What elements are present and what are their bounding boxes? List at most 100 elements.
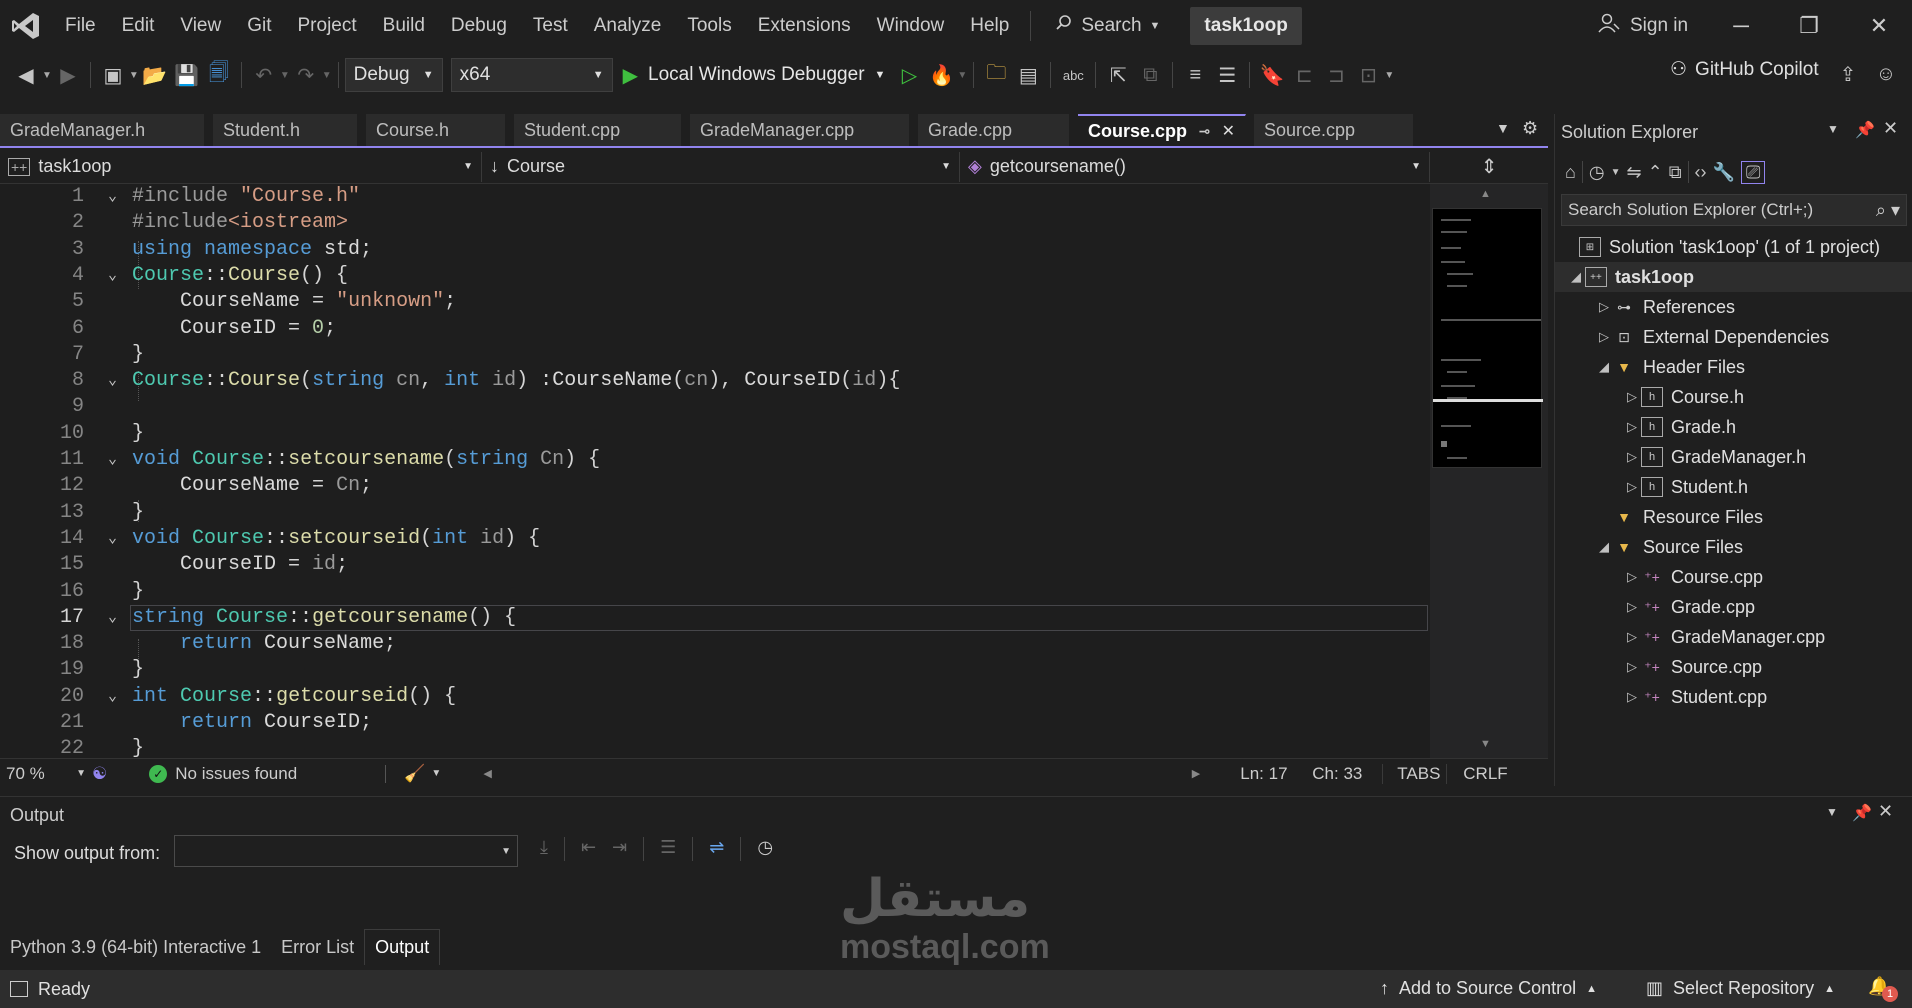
scroll-down-icon[interactable]: ▼ [1480, 738, 1491, 750]
zoom-dropdown[interactable]: 70 % ▼ [0, 764, 92, 784]
column-indicator[interactable]: Ch: 33 [1312, 764, 1382, 784]
tree-file[interactable]: ▷ h Student.h [1555, 472, 1912, 502]
menu-edit[interactable]: Edit [109, 15, 168, 37]
menu-project[interactable]: Project [285, 15, 370, 37]
tree-file[interactable]: ▷ ⁺+ GradeManager.cpp [1555, 622, 1912, 652]
search-button[interactable]: Search ▼ [1045, 14, 1170, 38]
select-element-icon[interactable]: ⇱ [1102, 59, 1134, 91]
scroll-up-icon[interactable]: ▲ [1480, 188, 1491, 200]
fold-toggle-icon[interactable]: ⌄ [108, 263, 117, 289]
solution-search-input[interactable]: Search Solution Explorer (Ctrl+;) ⌕ ▾ [1561, 194, 1907, 226]
collapsed-icon[interactable]: ▷ [1623, 419, 1641, 435]
fold-toggle-icon[interactable]: ⌄ [108, 605, 117, 631]
timestamp-icon[interactable]: ◷ [757, 837, 773, 861]
settings-gear-icon[interactable]: ⚙ [1522, 118, 1538, 139]
collapsed-icon[interactable]: ▷ [1623, 599, 1641, 615]
issues-status[interactable]: No issues found [175, 764, 385, 784]
add-source-control-button[interactable]: ↑ Add to Source Control ▲ [1380, 978, 1597, 999]
save-icon[interactable]: 💾 [171, 59, 203, 91]
tab-student-h[interactable]: Student.h [213, 114, 358, 146]
folder-browse-icon[interactable]: 🗀 [980, 59, 1012, 91]
tree-source-files[interactable]: ◢ ▼ Source Files [1555, 532, 1912, 562]
menu-extensions[interactable]: Extensions [745, 15, 864, 37]
collapsed-icon[interactable]: ▷ [1623, 449, 1641, 465]
fold-toggle-icon[interactable]: ⌄ [108, 526, 117, 552]
scroll-right-icon[interactable]: ▶ [1192, 767, 1200, 780]
tree-file[interactable]: ▷ ⁺+ Student.cpp [1555, 682, 1912, 712]
close-window-button[interactable]: ✕ [1848, 0, 1910, 52]
word-wrap-icon[interactable]: ⇌ [709, 837, 724, 861]
tree-file[interactable]: ▷ h GradeManager.h [1555, 442, 1912, 472]
fold-toggle-icon[interactable]: ⌄ [108, 447, 117, 473]
collapsed-icon[interactable]: ▷ [1623, 689, 1641, 705]
start-without-debugging-icon[interactable]: ▷ [893, 59, 925, 91]
collapsed-icon[interactable]: ▷ [1595, 329, 1613, 345]
tab-student-cpp[interactable]: Student.cpp [514, 114, 682, 146]
menu-window[interactable]: Window [864, 15, 958, 37]
tab-course-h[interactable]: Course.h [366, 114, 506, 146]
show-all-files-icon[interactable]: ⧉ [1669, 162, 1682, 183]
tab-source-cpp[interactable]: Source.cpp [1254, 114, 1414, 146]
panel-menu-icon[interactable]: ▼ [1826, 805, 1838, 819]
tree-file[interactable]: ▷ ⁺+ Course.cpp [1555, 562, 1912, 592]
tree-references[interactable]: ▷ ⊶ References [1555, 292, 1912, 322]
tab-list-icon[interactable]: ▼ [1496, 120, 1510, 136]
restore-button[interactable]: ❐ [1778, 0, 1840, 52]
minimize-button[interactable]: ─ [1710, 0, 1772, 52]
tree-resource-files[interactable]: ▼ Resource Files [1555, 502, 1912, 532]
spell-check-icon[interactable]: abc [1057, 59, 1089, 91]
prev-message-icon[interactable]: ⇤ [581, 837, 596, 861]
menu-view[interactable]: View [167, 15, 234, 37]
comment-icon[interactable]: ☰ [1211, 59, 1243, 91]
collapsed-icon[interactable]: ▷ [1623, 629, 1641, 645]
feedback-icon[interactable]: ☺ [1870, 58, 1902, 90]
menu-git[interactable]: Git [234, 15, 284, 37]
layout-icon[interactable]: ▤ [1012, 59, 1044, 91]
copilot-status-icon[interactable]: ☯ [92, 764, 107, 784]
tree-external-dependencies[interactable]: ▷ ⊡ External Dependencies [1555, 322, 1912, 352]
prev-bookmark-icon[interactable]: ⊏ [1288, 59, 1320, 91]
indent-icon[interactable]: ≡ [1179, 59, 1211, 91]
close-panel-icon[interactable]: ✕ [1878, 801, 1893, 822]
tree-file[interactable]: ▷ h Course.h [1555, 382, 1912, 412]
code-editor[interactable]: 1 ⌄ #include "Course.h" 2 #include<iostream… [0, 184, 1430, 758]
menu-help[interactable]: Help [957, 15, 1022, 37]
expanded-icon[interactable]: ◢ [1595, 359, 1613, 375]
notifications-button[interactable]: 🔔 1 [1868, 976, 1898, 1004]
tree-project[interactable]: ◢ ++ task1oop [1555, 262, 1912, 292]
project-dropdown[interactable]: ++ task1oop ▼ [0, 151, 482, 182]
sync-icon[interactable]: ⇋ [1627, 162, 1642, 183]
redo-icon[interactable]: ↷ [290, 59, 322, 91]
bookmark-icon[interactable]: 🔖 [1256, 59, 1288, 91]
new-item-icon[interactable]: ▣ [97, 59, 129, 91]
pin-icon[interactable]: 📌 [1852, 803, 1872, 823]
fold-toggle-icon[interactable]: ⌄ [108, 184, 117, 210]
collapse-all-icon[interactable]: ⌃ [1648, 162, 1663, 183]
tree-file[interactable]: ▷ h Grade.h [1555, 412, 1912, 442]
scroll-left-icon[interactable]: ◀ [483, 767, 491, 780]
line-indicator[interactable]: Ln: 17 [1240, 764, 1312, 784]
code-view-icon[interactable]: ‹› [1695, 162, 1707, 183]
hot-reload-icon[interactable]: 🔥 [925, 59, 957, 91]
collapsed-icon[interactable]: ▷ [1623, 569, 1641, 585]
tree-solution[interactable]: ⊞ Solution 'task1oop' (1 of 1 project) [1555, 232, 1912, 262]
next-bookmark-icon[interactable]: ⊐ [1320, 59, 1352, 91]
tab-grade-cpp[interactable]: Grade.cpp [918, 114, 1070, 146]
fold-toggle-icon[interactable]: ⌄ [108, 368, 117, 394]
clear-bookmarks-icon[interactable]: ⊡ [1352, 59, 1384, 91]
expanded-icon[interactable]: ◢ [1595, 539, 1613, 555]
close-tab-icon[interactable]: ✕ [1222, 121, 1235, 141]
tab-python-interactive[interactable]: Python 3.9 (64-bit) Interactive 1 [0, 929, 271, 965]
minimap-scrollbar[interactable]: ▲ ▼ [1430, 184, 1548, 758]
forward-icon[interactable]: ▶ [52, 59, 84, 91]
tree-file[interactable]: ▷ ⁺+ Grade.cpp [1555, 592, 1912, 622]
tab-error-list[interactable]: Error List [271, 929, 364, 965]
undo-icon[interactable]: ↶ [248, 59, 280, 91]
platform-dropdown[interactable]: x64 ▼ [450, 58, 613, 92]
preview-icon[interactable]: ⎚ [1740, 160, 1766, 184]
collapsed-icon[interactable]: ▷ [1623, 389, 1641, 405]
vs-logo-icon[interactable] [0, 0, 52, 52]
back-icon[interactable]: ◀ [10, 59, 42, 91]
member-dropdown[interactable]: ◈ getcoursename() ▼ [960, 151, 1430, 182]
code-cleanup-icon[interactable]: 🧹 [404, 764, 425, 784]
